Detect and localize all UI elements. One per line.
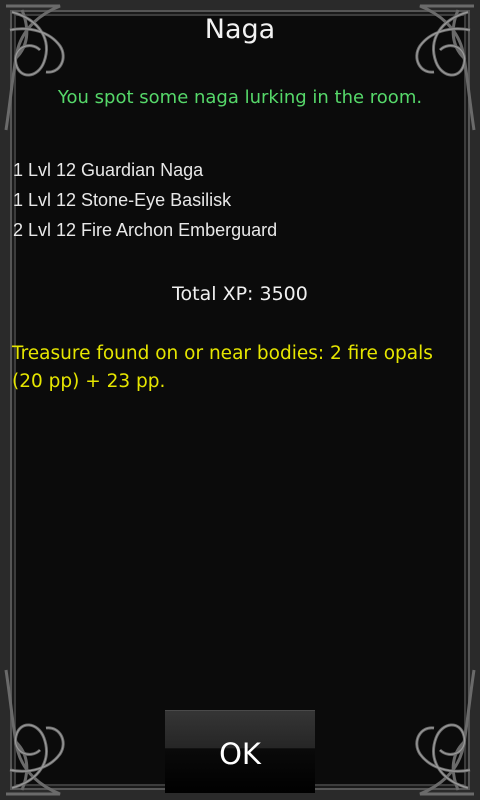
- encounter-dialog: Naga You spot some naga lurking in the r…: [0, 0, 480, 800]
- monster-list: 1 Lvl 12 Guardian Naga 1 Lvl 12 Stone-Ey…: [13, 155, 277, 245]
- encounter-intro-text: You spot some naga lurking in the room.: [57, 87, 423, 108]
- monster-list-item: 1 Lvl 12 Guardian Naga: [13, 160, 204, 180]
- monster-list-item: 1 Lvl 12 Stone-Eye Basilisk: [13, 190, 232, 210]
- dialog-frame: [0, 0, 480, 800]
- dialog-title: Naga: [204, 14, 276, 45]
- treasure-text-line: Treasure found on or near bodies: 2 fire…: [12, 343, 433, 364]
- treasure-text-line: (20 pp) + 23 pp.: [12, 371, 166, 392]
- frame-corner-ornament-icon: [415, 669, 476, 796]
- ok-button-label: OK: [219, 737, 261, 771]
- frame-corner-ornament-icon: [4, 669, 65, 796]
- treasure-text: Treasure found on or near bodies: 2 fire…: [12, 340, 478, 396]
- total-xp-text: Total XP: 3500: [172, 283, 308, 305]
- ok-button[interactable]: OK: [165, 710, 315, 793]
- monster-list-item: 2 Lvl 12 Fire Archon Emberguard: [13, 220, 278, 240]
